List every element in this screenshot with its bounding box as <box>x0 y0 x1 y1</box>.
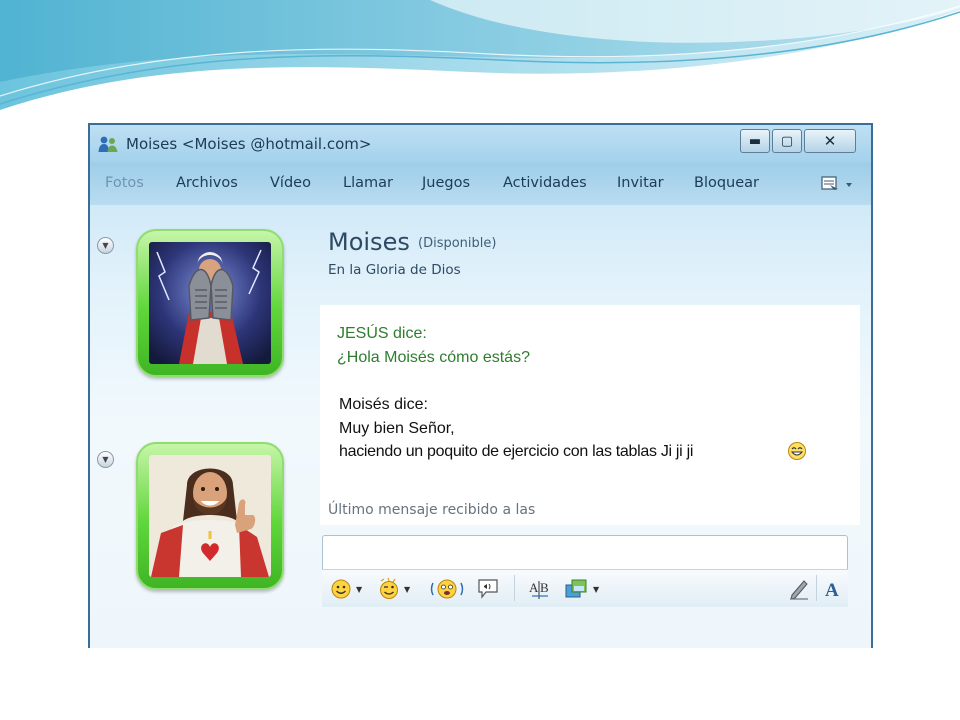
menu-item-juegos[interactable]: Juegos <box>422 175 470 191</box>
voice-clip-icon[interactable] <box>476 577 500 601</box>
contact-status: (Disponible) <box>418 236 497 251</box>
toolbar-separator <box>816 575 817 601</box>
collapse-user-avatar-button[interactable]: ▼ <box>97 451 114 468</box>
message-text: ¿Hola Moisés cómo estás? <box>337 349 530 366</box>
moses-picture <box>149 242 271 364</box>
message-sender: Moisés dice: <box>339 396 428 413</box>
contact-name: Moises <box>328 228 410 256</box>
chevron-down-icon[interactable]: ▼ <box>356 585 362 594</box>
message-text: haciendo un poquito de ejercicio con las… <box>339 443 694 460</box>
menu-bar: Fotos Archivos Vídeo Llamar Juegos Activ… <box>90 163 871 205</box>
window-title: Moises <Moises @hotmail.com> <box>126 135 372 153</box>
maximize-button[interactable]: ▢ <box>772 129 802 153</box>
nudge-icon[interactable] <box>430 577 464 601</box>
decorative-waves <box>0 0 960 110</box>
font-icon[interactable]: A B <box>528 577 554 601</box>
chevron-down-icon[interactable]: ▼ <box>404 585 410 594</box>
menu-item-llamar[interactable]: Llamar <box>343 175 393 191</box>
menu-item-invitar[interactable]: Invitar <box>617 175 664 191</box>
msn-buddies-icon <box>98 136 118 152</box>
close-button[interactable]: ✕ <box>804 129 856 153</box>
menu-item-video[interactable]: Vídeo <box>270 175 311 191</box>
contact-avatar <box>149 242 271 364</box>
toolbar-separator <box>514 575 515 601</box>
jesus-picture <box>149 455 271 577</box>
user-avatar <box>149 455 271 577</box>
svg-text:A: A <box>825 580 839 601</box>
svg-text:B: B <box>540 580 549 595</box>
last-message-info: Último mensaje recibido a las <box>328 502 536 518</box>
menu-options-icon[interactable] <box>820 175 856 193</box>
collapse-contact-avatar-button[interactable]: ▼ <box>97 237 114 254</box>
text-format-icon[interactable]: A <box>822 577 844 601</box>
background-icon[interactable] <box>564 577 588 601</box>
user-avatar-frame <box>136 442 284 590</box>
menu-item-archivos[interactable]: Archivos <box>176 175 238 191</box>
message-text: Muy bien Señor, <box>339 420 455 437</box>
grin-emoticon-icon <box>788 442 806 460</box>
menu-item-actividades[interactable]: Actividades <box>503 175 587 191</box>
menu-item-fotos[interactable]: Fotos <box>105 175 144 191</box>
slide: Moises <Moises @hotmail.com> ▬ ▢ ✕ Fotos… <box>0 0 960 720</box>
contact-personal-message: En la Gloria de Dios <box>328 262 461 278</box>
contact-avatar-frame <box>136 229 284 377</box>
messenger-window: Moises <Moises @hotmail.com> ▬ ▢ ✕ Fotos… <box>88 123 873 648</box>
svg-text:A: A <box>529 580 539 595</box>
smiley-icon[interactable] <box>330 577 352 601</box>
pencil-icon[interactable] <box>788 577 810 601</box>
menu-item-bloquear[interactable]: Bloquear <box>694 175 759 191</box>
minimize-button[interactable]: ▬ <box>740 129 770 153</box>
message-sender: JESÚS dice: <box>337 325 427 342</box>
chevron-down-icon[interactable]: ▼ <box>593 585 599 594</box>
wink-icon[interactable] <box>378 577 400 601</box>
title-bar: Moises <Moises @hotmail.com> ▬ ▢ ✕ <box>90 125 871 163</box>
